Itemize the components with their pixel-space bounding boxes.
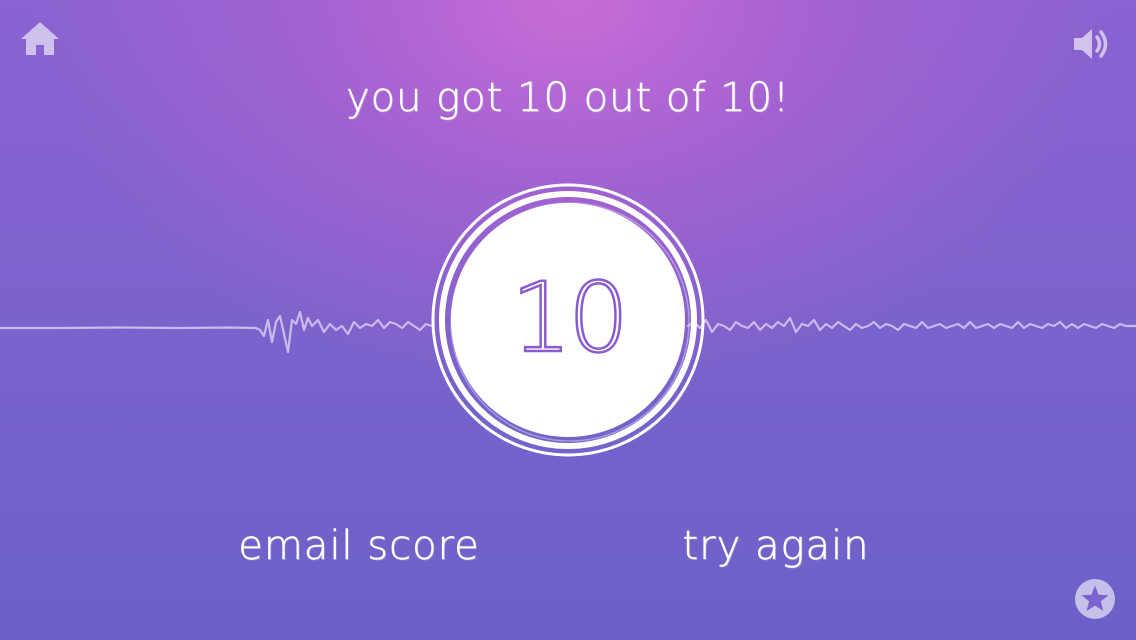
- score-value: 10: [510, 261, 631, 376]
- home-icon: [21, 22, 59, 55]
- email-score-button[interactable]: email score: [236, 518, 482, 574]
- star-icon: [1075, 579, 1115, 619]
- try-again-button[interactable]: try again: [676, 518, 876, 574]
- favorite-button[interactable]: [1074, 578, 1116, 620]
- result-headline: you got 10 out of 10!: [345, 75, 791, 122]
- sound-toggle-button[interactable]: [1070, 24, 1114, 64]
- speaker-icon: [1074, 29, 1108, 59]
- home-button[interactable]: [18, 18, 62, 58]
